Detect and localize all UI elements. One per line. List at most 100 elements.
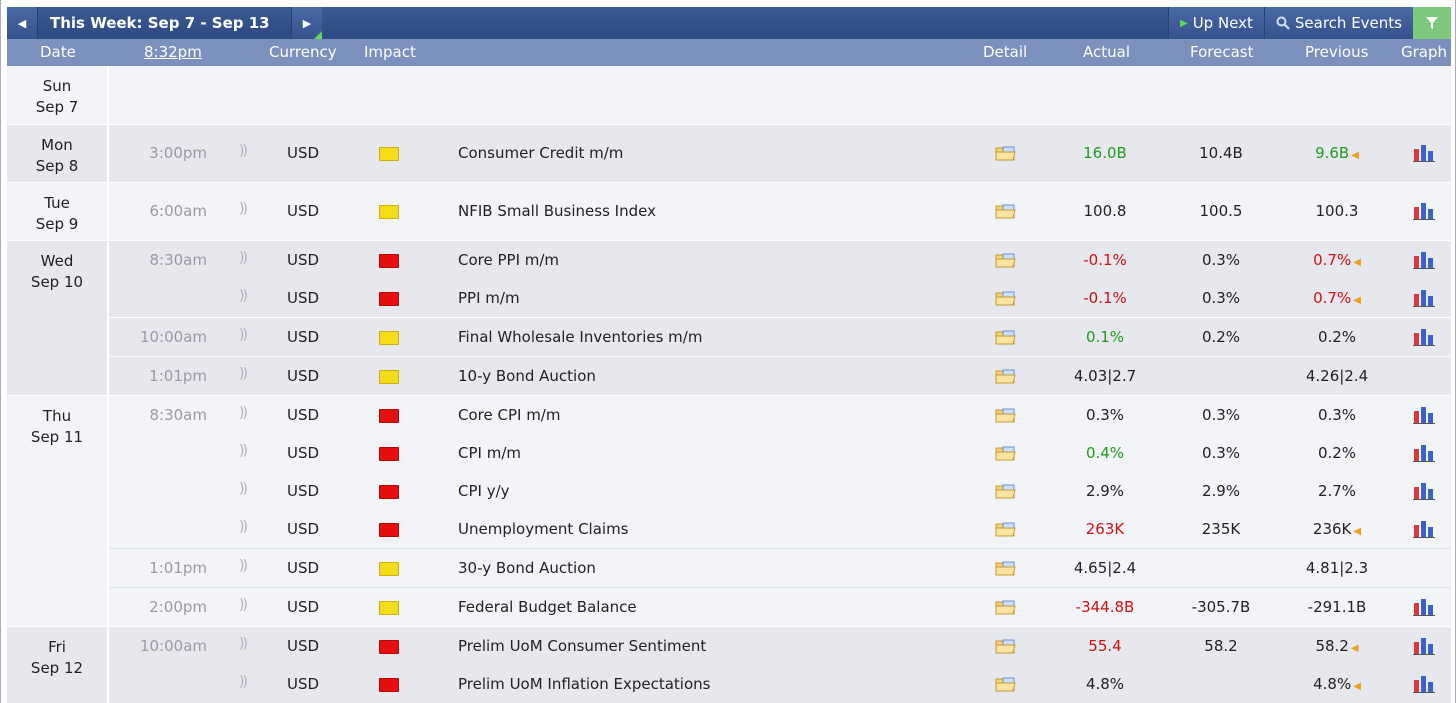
event-name[interactable]: Federal Budget Balance	[458, 598, 637, 616]
graph-icon[interactable]	[1413, 482, 1435, 500]
sound-alert-icon[interactable]: ))	[239, 636, 248, 652]
detail-folder-icon[interactable]	[995, 145, 1016, 161]
detail-folder-icon[interactable]	[995, 676, 1016, 692]
event-name[interactable]: NFIB Small Business Index	[458, 202, 656, 220]
event-name[interactable]: Core CPI m/m	[458, 406, 560, 424]
revised-arrow-icon: ◀	[1353, 257, 1361, 268]
sound-alert-icon[interactable]: ))	[239, 443, 248, 459]
detail-folder-icon[interactable]	[995, 407, 1016, 423]
impact-folder-icon	[379, 205, 399, 219]
graph-icon[interactable]	[1413, 144, 1435, 162]
event-row[interactable]: 3:00pm)) USD Consumer Credit m/m 16.0B 10.4B…	[109, 134, 1451, 172]
sound-alert-icon[interactable]: ))	[239, 558, 248, 574]
event-name[interactable]: Core PPI m/m	[458, 251, 559, 269]
detail-folder-icon[interactable]	[995, 252, 1016, 268]
event-row[interactable]: )) USD Prelim UoM Inflation Expectations 4.…	[109, 665, 1451, 703]
graph-icon[interactable]	[1413, 406, 1435, 424]
event-forecast: 2.9%	[1201, 482, 1241, 500]
detail-folder-icon[interactable]	[995, 560, 1016, 576]
event-name[interactable]: 10-y Bond Auction	[458, 367, 596, 385]
sound-alert-icon[interactable]: ))	[239, 366, 248, 382]
event-row[interactable]: 10:00am)) USD Final Wholesale Inventories …	[109, 318, 1451, 356]
revised-arrow-icon: ◀	[1350, 643, 1359, 654]
sound-alert-icon[interactable]: ))	[239, 674, 248, 690]
graph-icon[interactable]	[1413, 520, 1435, 538]
event-row[interactable]: 10:00am)) USD Prelim UoM Consumer Sentimen…	[109, 627, 1451, 665]
event-actual: 100.8	[1083, 202, 1127, 220]
filter-button[interactable]	[1413, 7, 1451, 39]
day-events: 6:00am)) USD NFIB Small Business Index 100.…	[109, 183, 1451, 240]
graph-icon[interactable]	[1413, 328, 1435, 346]
chevron-left-icon: ◀	[17, 16, 27, 30]
detail-folder-icon[interactable]	[995, 638, 1016, 654]
event-previous: 58.2 ◀	[1281, 637, 1393, 655]
graph-icon[interactable]	[1413, 251, 1435, 269]
time-block: 8:30am)) USD Core PPI m/m -0.1% 0.3% 0.7% ◀ ))…	[109, 241, 1451, 318]
day-of-week: Wed	[40, 252, 74, 270]
event-row[interactable]: )) USD CPI y/y 2.9% 2.9% 2.7%	[109, 472, 1451, 510]
graph-icon[interactable]	[1413, 637, 1435, 655]
event-name[interactable]: Final Wholesale Inventories m/m	[458, 328, 702, 346]
sound-alert-icon[interactable]: ))	[239, 481, 248, 497]
sound-alert-icon[interactable]: ))	[239, 288, 248, 304]
detail-folder-icon[interactable]	[995, 483, 1016, 499]
event-forecast: 0.3%	[1201, 251, 1241, 269]
event-row[interactable]: 6:00am)) USD NFIB Small Business Index 100.…	[109, 192, 1451, 230]
event-time: 8:30am	[149, 406, 208, 424]
day-cell: Fri Sep 12	[7, 627, 109, 703]
search-events-button[interactable]: Search Events	[1263, 7, 1413, 39]
event-row[interactable]: 2:00pm)) USD Federal Budget Balance -344.8B…	[109, 588, 1451, 626]
sound-alert-icon[interactable]: ))	[239, 201, 248, 217]
sound-alert-icon[interactable]: ))	[239, 250, 248, 266]
detail-folder-icon[interactable]	[995, 521, 1016, 537]
day-group: Tue Sep 9 6:00am)) USD NFIB Small Business …	[7, 183, 1451, 241]
sound-alert-icon[interactable]: ))	[239, 405, 248, 421]
detail-folder-icon[interactable]	[995, 203, 1016, 219]
up-next-button[interactable]: ▶ Up Next	[1167, 7, 1264, 39]
sound-alert-icon[interactable]: ))	[239, 597, 248, 613]
day-of-week: Thu	[42, 407, 72, 425]
event-name[interactable]: Prelim UoM Inflation Expectations	[458, 675, 710, 693]
event-name[interactable]: Prelim UoM Consumer Sentiment	[458, 637, 706, 655]
detail-folder-icon[interactable]	[995, 290, 1016, 306]
next-week-button[interactable]: ▶	[291, 7, 322, 39]
event-forecast: -305.7B	[1191, 598, 1251, 616]
event-row[interactable]: )) USD Unemployment Claims 263K 235K 236K ◀	[109, 510, 1451, 548]
detail-folder-icon[interactable]	[995, 368, 1016, 384]
search-events-label: Search Events	[1294, 14, 1402, 32]
event-row[interactable]: )) USD CPI m/m 0.4% 0.3% 0.2%	[109, 434, 1451, 472]
detail-folder-icon[interactable]	[995, 329, 1016, 345]
event-row[interactable]: 8:30am)) USD Core PPI m/m -0.1% 0.3% 0.7% ◀	[109, 241, 1451, 279]
prev-week-button[interactable]: ◀	[7, 7, 38, 39]
event-row[interactable]: )) USD PPI m/m -0.1% 0.3% 0.7% ◀	[109, 279, 1451, 317]
day-group: Fri Sep 12 10:00am)) USD Prelim UoM Consume…	[7, 627, 1451, 703]
event-name[interactable]: Unemployment Claims	[458, 520, 629, 538]
sound-alert-icon[interactable]: ))	[239, 143, 248, 159]
event-actual: 55.4	[1088, 637, 1122, 655]
event-name[interactable]: CPI y/y	[458, 482, 510, 500]
day-of-week: Fri	[48, 638, 66, 656]
graph-icon[interactable]	[1413, 598, 1435, 616]
day-cell: Wed Sep 10	[7, 241, 109, 395]
graph-icon[interactable]	[1413, 289, 1435, 307]
current-time-link[interactable]: 8:32pm	[144, 43, 202, 61]
event-row[interactable]: 1:01pm)) USD 30-y Bond Auction 4.65|2.4 4.81…	[109, 549, 1451, 587]
day-date: Sep 8	[35, 157, 79, 175]
event-row[interactable]: 1:01pm)) USD 10-y Bond Auction 4.03|2.7 4.26…	[109, 357, 1451, 395]
graph-icon[interactable]	[1413, 202, 1435, 220]
impact-folder-icon	[379, 601, 399, 615]
day-cell: Sun Sep 7	[7, 66, 109, 124]
sound-alert-icon[interactable]: ))	[239, 519, 248, 535]
event-name[interactable]: Consumer Credit m/m	[458, 144, 623, 162]
event-row[interactable]: 8:30am)) USD Core CPI m/m 0.3% 0.3% 0.3%	[109, 396, 1451, 434]
graph-icon[interactable]	[1413, 675, 1435, 693]
detail-folder-icon[interactable]	[995, 445, 1016, 461]
impact-folder-icon	[379, 523, 399, 537]
event-name[interactable]: CPI m/m	[458, 444, 521, 462]
sound-alert-icon[interactable]: ))	[239, 327, 248, 343]
event-name[interactable]: 30-y Bond Auction	[458, 559, 596, 577]
graph-icon[interactable]	[1413, 444, 1435, 462]
event-name[interactable]: PPI m/m	[458, 289, 520, 307]
previous-value: 236K	[1312, 520, 1352, 538]
detail-folder-icon[interactable]	[995, 599, 1016, 615]
